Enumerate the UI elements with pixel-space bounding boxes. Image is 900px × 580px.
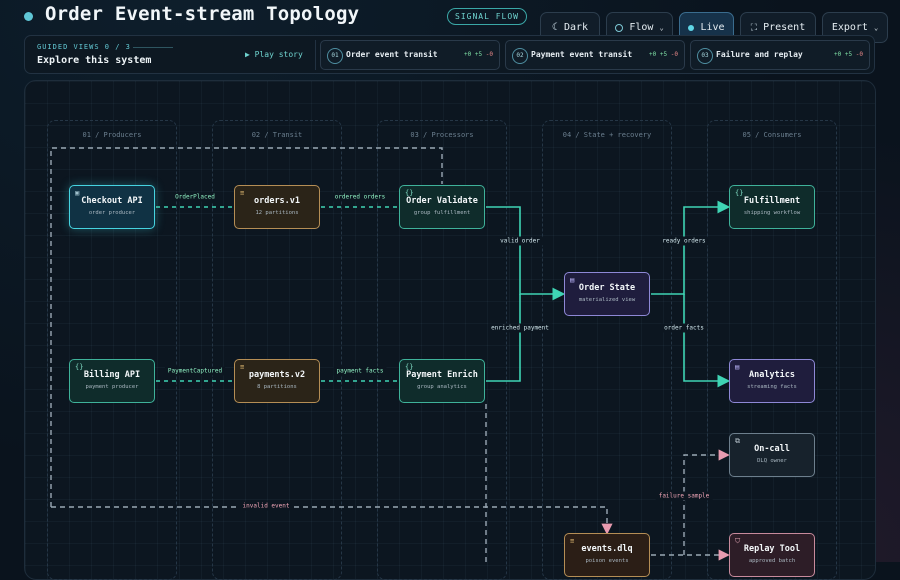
node-subtitle: order producer — [88, 210, 136, 216]
node-title: orders.v1 — [253, 196, 301, 206]
node-title: Billing API — [83, 370, 141, 380]
node-order-state[interactable]: ▤ Order State materialized view — [564, 272, 650, 316]
node-payment-enrich[interactable]: {} Payment Enrich group analytics — [399, 359, 485, 403]
node-title: Analytics — [748, 370, 796, 380]
node-oncall[interactable]: ⧉ On-call DLQ owner — [729, 433, 815, 477]
edge-valid-order — [486, 206, 566, 301]
edge-label-enriched-payment: enriched payment — [488, 323, 552, 333]
node-title: Fulfillment — [743, 196, 801, 206]
edge-label-valid-order: valid order — [497, 236, 543, 246]
edge-label-order-facts: order facts — [661, 323, 707, 333]
node-replay-tool[interactable]: ⛉ Replay Tool approved batch — [729, 533, 815, 577]
node-events-dlq[interactable]: ≡ events.dlq poison events — [564, 533, 650, 577]
edge-label-failure-sample: failure sample — [655, 491, 713, 501]
node-subtitle: materialized view — [578, 297, 636, 303]
edge-enriched-payment — [486, 294, 521, 382]
edge-invalid-event — [51, 506, 613, 535]
edge-label-ordered-orders: ordered orders — [331, 192, 389, 202]
node-order-validate[interactable]: {} Order Validate group fulfillment — [399, 185, 485, 229]
node-title: On-call — [754, 444, 790, 454]
node-title: payments.v2 — [248, 370, 306, 380]
node-title: Order State — [578, 283, 636, 293]
node-subtitle: shipping workflow — [743, 210, 801, 216]
edge-label-invalid-event: invalid event — [239, 501, 293, 511]
node-subtitle: DLQ owner — [757, 458, 787, 464]
node-title: Payment Enrich — [406, 370, 478, 380]
node-title: Checkout API — [81, 196, 143, 206]
node-subtitle: group analytics — [417, 384, 467, 390]
edge-label-order-placed: OrderPlaced — [172, 192, 218, 202]
node-orders-v1[interactable]: ≡ orders.v1 12 partitions — [234, 185, 320, 229]
node-subtitle: 8 partitions — [257, 384, 297, 390]
node-subtitle: poison events — [585, 558, 629, 564]
node-fulfillment[interactable]: {} Fulfillment shipping workflow — [729, 185, 815, 229]
node-title: events.dlq — [581, 544, 633, 554]
node-subtitle: approved batch — [748, 558, 796, 564]
edge-label-payment-captured: PaymentCaptured — [164, 366, 226, 376]
edge-failure-sample — [683, 449, 730, 555]
node-subtitle: group fulfillment — [413, 210, 471, 216]
node-title: Replay Tool — [743, 544, 801, 554]
node-analytics[interactable]: ▤ Analytics streaming facts — [729, 359, 815, 403]
node-subtitle: streaming facts — [747, 384, 797, 390]
edge-label-payment-facts: payment facts — [333, 366, 387, 376]
node-subtitle: payment producer — [85, 384, 139, 390]
edge-layer — [50, 147, 731, 562]
node-checkout-api[interactable]: ▣ Checkout API order producer — [69, 185, 155, 229]
edge-order-facts — [683, 294, 731, 388]
node-billing-api[interactable]: {} Billing API payment producer — [69, 359, 155, 403]
edge-label-ready-orders: ready orders — [659, 236, 709, 246]
node-subtitle: 12 partitions — [255, 210, 299, 216]
node-payments-v2[interactable]: ≡ payments.v2 8 partitions — [234, 359, 320, 403]
edge-ready-orders — [651, 200, 731, 295]
node-title: Order Validate — [406, 196, 478, 206]
